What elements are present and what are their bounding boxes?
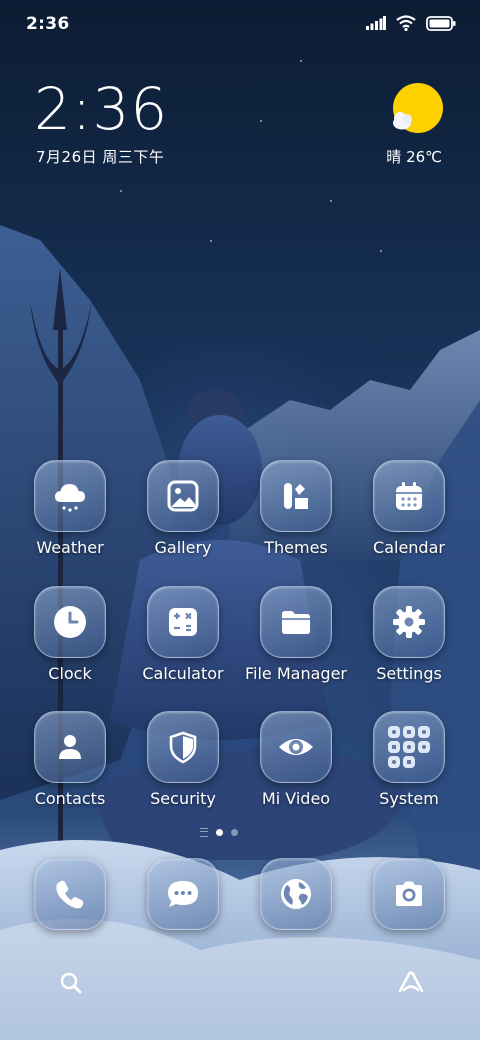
eye-icon xyxy=(279,739,313,755)
app-security[interactable]: Security xyxy=(127,711,239,808)
page-indicator-menu-icon xyxy=(200,828,208,837)
app-security-label: Security xyxy=(150,789,216,808)
dock-browser-tile[interactable] xyxy=(260,858,332,930)
cloud-icon xyxy=(55,484,85,512)
app-clock[interactable]: Clock xyxy=(14,586,126,683)
dock-camera[interactable] xyxy=(353,858,465,930)
image-icon xyxy=(167,480,199,512)
app-calendar[interactable]: Calendar xyxy=(353,460,465,557)
app-system-tile[interactable] xyxy=(373,711,445,783)
clock-icon xyxy=(54,606,86,638)
app-file-manager-tile[interactable] xyxy=(260,586,332,658)
calendar-icon xyxy=(396,482,422,510)
app-file-manager-label: File Manager xyxy=(245,664,347,683)
message-icon xyxy=(168,881,198,907)
page-dot-active xyxy=(216,829,223,836)
weather-widget-text: 晴 26℃ xyxy=(386,148,442,166)
app-themes-label: Themes xyxy=(264,538,328,557)
partly-sunny-icon[interactable] xyxy=(388,82,446,138)
status-icons xyxy=(366,15,456,31)
app-gallery-label: Gallery xyxy=(154,538,212,557)
app-calendar-tile[interactable] xyxy=(373,460,445,532)
status-time: 2:36 xyxy=(26,14,70,34)
status-bar: 2:36 xyxy=(0,0,480,50)
app-weather-label: Weather xyxy=(36,538,104,557)
app-contacts-tile[interactable] xyxy=(34,711,106,783)
page-dot xyxy=(231,829,238,836)
app-file-manager[interactable]: File Manager xyxy=(240,586,352,683)
dock-messages-tile[interactable] xyxy=(147,858,219,930)
signal-icon xyxy=(366,16,386,30)
bottom-bar xyxy=(0,962,480,1006)
app-calculator[interactable]: Calculator xyxy=(127,586,239,683)
phone-icon xyxy=(56,880,84,909)
camera-icon xyxy=(396,881,422,906)
app-gallery[interactable]: Gallery xyxy=(127,460,239,557)
app-weather[interactable]: Weather xyxy=(14,460,126,557)
dock-browser[interactable] xyxy=(240,858,352,930)
app-settings[interactable]: Settings xyxy=(353,586,465,683)
app-mi-video-label: Mi Video xyxy=(261,789,331,808)
page-indicator[interactable] xyxy=(200,828,238,837)
app-settings-label: Settings xyxy=(376,664,442,683)
app-contacts[interactable]: Contacts xyxy=(14,711,126,808)
app-themes[interactable]: Themes xyxy=(240,460,352,557)
app-mi-video-tile[interactable] xyxy=(260,711,332,783)
assistant-icon[interactable] xyxy=(396,970,426,996)
person-icon xyxy=(59,735,81,759)
dock-phone[interactable] xyxy=(14,858,126,930)
app-themes-tile[interactable] xyxy=(260,460,332,532)
dock-phone-tile[interactable] xyxy=(34,858,106,930)
app-clock-tile[interactable] xyxy=(34,586,106,658)
app-security-tile[interactable] xyxy=(147,711,219,783)
globe-icon xyxy=(281,879,311,909)
clock-widget-date: 7月26日 周三下午 xyxy=(36,148,165,166)
app-system-folder[interactable]: System xyxy=(353,711,465,808)
app-clock-label: Clock xyxy=(48,664,92,683)
dock-messages[interactable] xyxy=(127,858,239,930)
app-system-label: System xyxy=(379,789,439,808)
dock-camera-tile[interactable] xyxy=(373,858,445,930)
folder-grid-icon xyxy=(388,726,430,768)
app-calculator-tile[interactable] xyxy=(147,586,219,658)
folder-icon xyxy=(282,611,310,634)
app-contacts-label: Contacts xyxy=(34,789,106,808)
clock-widget-time[interactable]: 2:36 xyxy=(34,78,168,140)
app-gallery-tile[interactable] xyxy=(147,460,219,532)
gear-icon xyxy=(393,606,425,638)
shield-icon xyxy=(169,731,197,764)
app-weather-tile[interactable] xyxy=(34,460,106,532)
calculator-icon xyxy=(169,608,197,636)
battery-icon xyxy=(426,15,456,31)
app-calendar-label: Calendar xyxy=(373,538,445,557)
app-calculator-label: Calculator xyxy=(142,664,224,683)
themes-icon xyxy=(284,483,308,509)
app-mi-video[interactable]: Mi Video xyxy=(240,711,352,808)
app-settings-tile[interactable] xyxy=(373,586,445,658)
search-icon[interactable] xyxy=(58,970,84,996)
wifi-icon xyxy=(396,15,416,31)
